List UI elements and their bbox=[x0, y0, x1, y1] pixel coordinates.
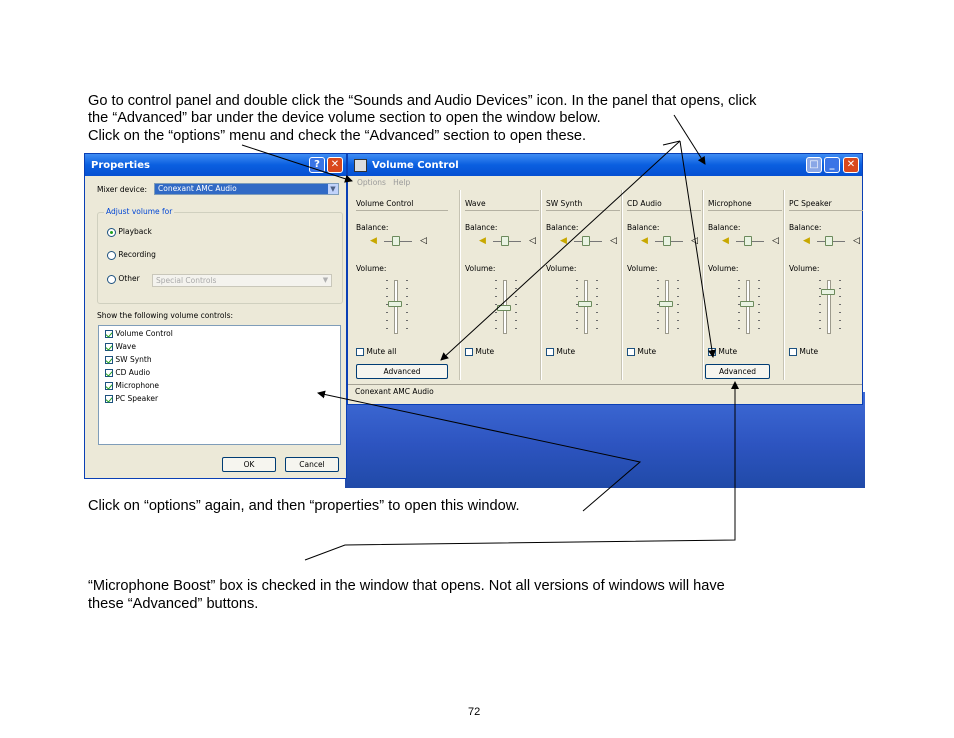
arrow-advanced-mic bbox=[679, 140, 716, 358]
arrow-boost bbox=[304, 381, 739, 561]
annotation-arrows bbox=[241, 114, 739, 561]
arrow-options-menu bbox=[241, 144, 353, 183]
arrow-advanced-volume bbox=[440, 140, 681, 361]
arrow-properties bbox=[317, 390, 642, 512]
arrow-window-below bbox=[673, 114, 706, 165]
